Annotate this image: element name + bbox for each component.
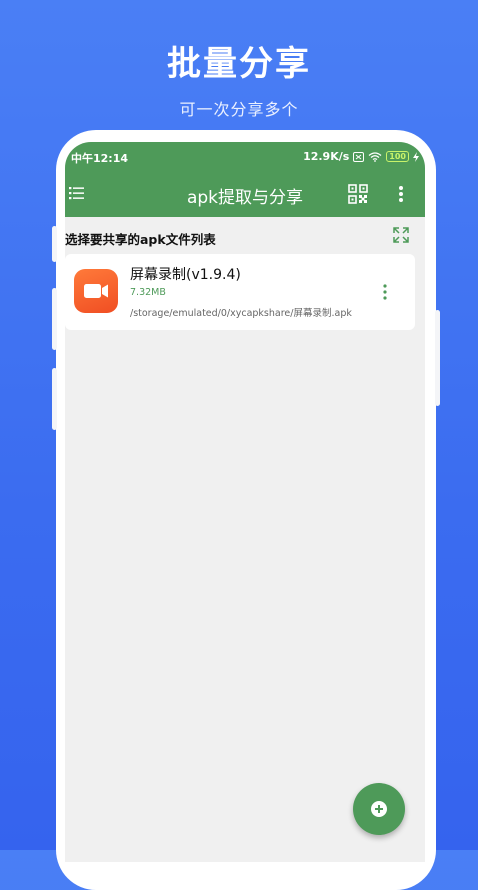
- promo-title: 批量分享: [167, 44, 311, 84]
- app-name: 屏幕录制(v1.9.4): [130, 267, 241, 283]
- toolbar: apk提取与分享: [65, 176, 425, 212]
- app-path: /storage/emulated/0/xycapkshare/屏幕录制.apk: [130, 308, 352, 319]
- add-fab-button[interactable]: [353, 783, 405, 835]
- item-more-icon[interactable]: [381, 282, 389, 302]
- add-circle-icon: [371, 801, 387, 817]
- wifi-icon: [368, 151, 382, 162]
- promo-subtitle: 可一次分享多个: [179, 100, 299, 119]
- app-icon: [74, 269, 118, 313]
- toolbar-title: apk提取与分享: [186, 188, 304, 208]
- video-camera-icon: [84, 284, 108, 298]
- no-sim-icon: [353, 151, 365, 162]
- phone-side-button: [52, 226, 57, 262]
- more-vertical-icon[interactable]: [395, 184, 407, 204]
- phone-side-button: [52, 368, 57, 430]
- charging-icon: [413, 151, 419, 162]
- phone-power-button: [435, 310, 440, 406]
- expand-icon[interactable]: [392, 226, 410, 244]
- phone-side-button: [52, 288, 57, 350]
- status-bar: 中午12:14 12.9K/s 100: [65, 150, 425, 166]
- status-time: 中午12:14: [71, 152, 129, 165]
- app-bar: 中午12:14 12.9K/s 100 apk提取与分享: [65, 142, 425, 217]
- phone-screen: 中午12:14 12.9K/s 100 apk提取与分享 选择要共享的apk文件…: [65, 142, 425, 862]
- app-size: 7.32MB: [130, 287, 166, 298]
- qr-code-icon[interactable]: [348, 184, 368, 204]
- battery-indicator: 100: [386, 151, 409, 162]
- status-indicators: 12.9K/s 100: [303, 150, 419, 163]
- section-label: 选择要共享的apk文件列表: [65, 232, 216, 247]
- network-speed: 12.9K/s: [303, 150, 350, 163]
- list-item[interactable]: 屏幕录制(v1.9.4) 7.32MB /storage/emulated/0/…: [65, 254, 415, 330]
